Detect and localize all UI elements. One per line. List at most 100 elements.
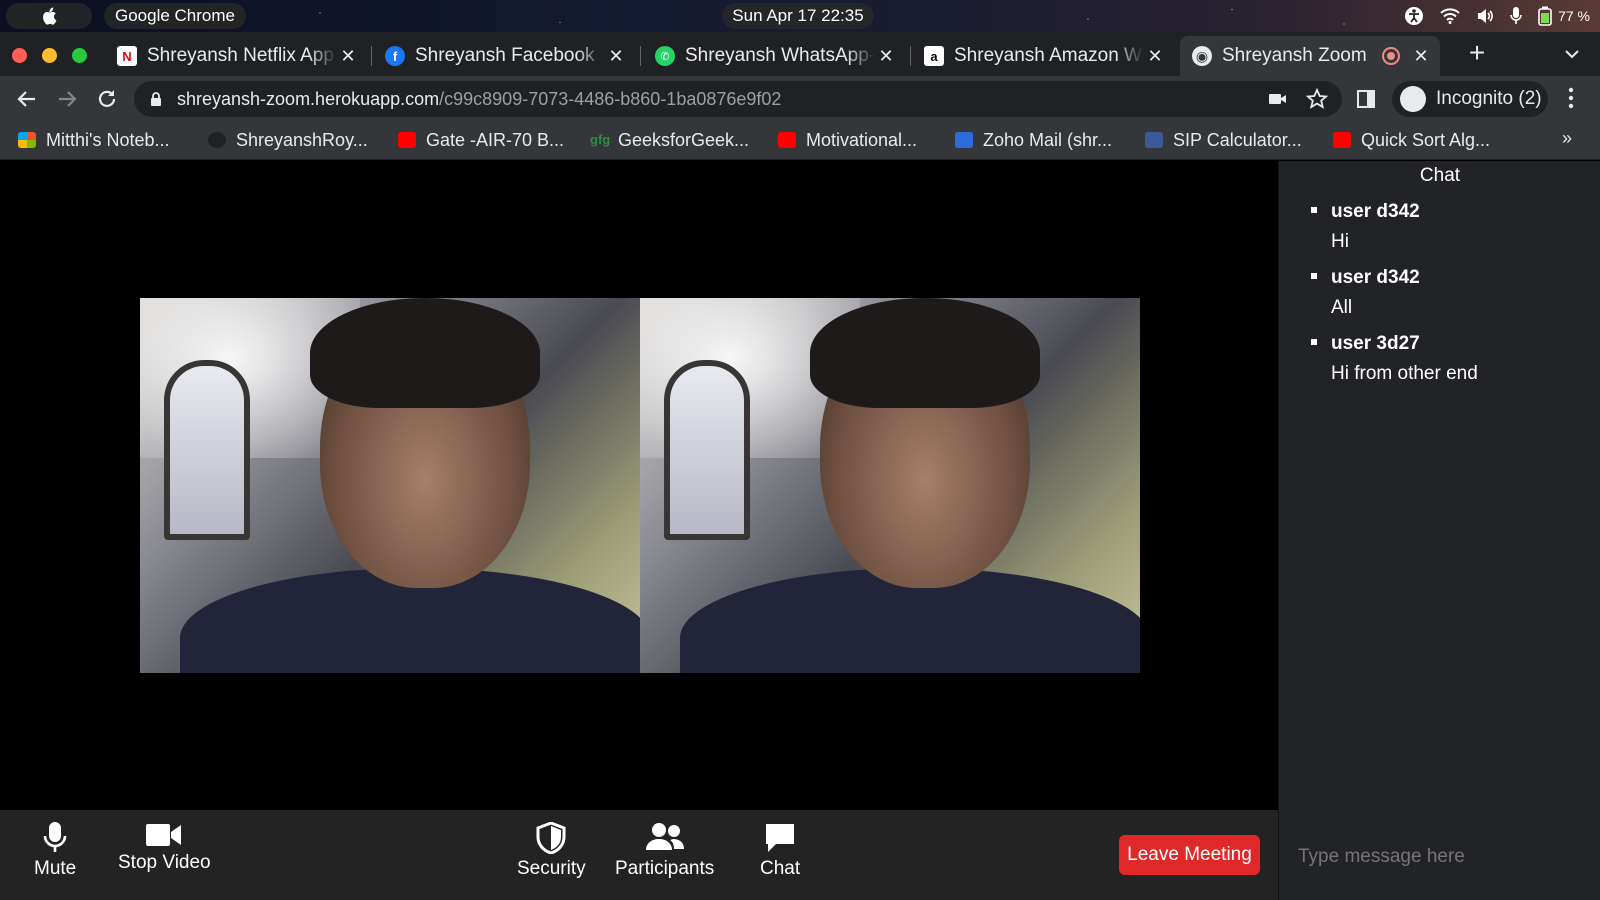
wifi-icon[interactable] [1440,8,1460,24]
recording-icon [1384,49,1398,63]
chat-message-input[interactable] [1298,846,1588,868]
clock-label: Sun Apr 17 22:35 [732,6,864,25]
gfg-icon: gfg [590,132,611,147]
bookmark-star-icon[interactable] [1306,88,1328,110]
url-text[interactable]: shreyansh-zoom.herokuapp.com/c99c8909-70… [177,89,781,110]
reload-button[interactable] [96,88,118,116]
youtube-icon [398,132,416,148]
close-window-button[interactable] [12,48,27,63]
tab-netflix[interactable]: N Shreyansh Netflix App ✕ [105,36,367,76]
tab-search-button[interactable] [1560,42,1584,66]
chat-message-text: Hi [1331,231,1349,252]
close-tab-icon[interactable]: ✕ [1410,46,1432,67]
tab-whatsapp[interactable]: ✆ Shreyansh WhatsApp- ✕ [643,36,905,76]
maximize-window-button[interactable] [72,48,87,63]
bookmark-item[interactable]: Gate -AIR-70 B... [398,128,564,152]
side-panel-icon[interactable] [1356,89,1376,109]
participant-hair [810,298,1040,408]
tab-facebook[interactable]: f Shreyansh Facebook ✕ [373,36,635,76]
accessibility-icon[interactable] [1404,6,1424,26]
close-tab-icon[interactable]: ✕ [605,46,627,67]
participant-hair [310,298,540,408]
minimize-window-button[interactable] [42,48,57,63]
lock-icon[interactable] [150,91,162,107]
security-label: Security [517,858,586,879]
chat-message-user: user d342 [1331,201,1420,222]
tab-zoom[interactable]: ◉ Shreyansh Zoom ✕ [1180,36,1440,76]
forward-button[interactable] [56,88,78,116]
bookmark-item[interactable]: ShreyanshRoy... [208,128,368,152]
chat-message-user: user 3d27 [1331,333,1420,354]
bookmark-label: Gate -AIR-70 B... [426,129,565,150]
netflix-icon: N [117,46,137,66]
chat-panel: Chat user d342 Hi user d342 All user 3d2… [1278,161,1600,900]
apple-icon [43,7,57,25]
chat-button[interactable]: Chat [760,822,800,880]
incognito-icon [1400,86,1426,112]
participants-button[interactable]: Participants [615,822,714,880]
mirror-background [164,360,250,540]
microsoft-icon [18,132,36,148]
camera-in-use-icon[interactable] [1268,91,1288,107]
mute-button[interactable]: Mute [34,822,76,880]
incognito-label: Incognito (2) [1436,88,1542,109]
app-name-label: Google Chrome [114,6,235,25]
close-tab-icon[interactable]: ✕ [337,46,359,67]
bookmark-item[interactable]: Mitthi's Noteb... [18,128,169,152]
incognito-profile-button[interactable]: Incognito (2) [1392,81,1548,117]
video-tile-local[interactable] [140,298,640,673]
close-tab-icon[interactable]: ✕ [1144,46,1166,67]
close-tab-icon[interactable]: ✕ [875,46,897,67]
bookmark-item[interactable]: Zoho Mail (shr... [955,128,1112,152]
volume-icon[interactable] [1476,8,1494,24]
battery-indicator[interactable]: 77 % [1538,6,1590,26]
chrome-menu-button[interactable] [1568,86,1576,112]
stop-video-button[interactable]: Stop Video [118,822,211,874]
bookmark-label: Mitthi's Noteb... [46,129,170,150]
stop-video-label: Stop Video [118,852,211,873]
chat-label: Chat [760,858,801,879]
more-bookmarks-button[interactable]: » [1562,128,1572,149]
security-button[interactable]: Security [517,822,586,880]
microphone-icon [43,822,67,852]
bookmark-label: Zoho Mail (shr... [983,129,1113,150]
video-camera-icon [146,824,182,846]
bookmark-label: Quick Sort Alg... [1361,129,1491,150]
new-tab-button[interactable]: + [1462,38,1492,68]
leave-meeting-button[interactable]: Leave Meeting [1119,835,1260,875]
chat-title: Chat [1419,165,1461,186]
reload-icon [98,90,116,107]
clock[interactable]: Sun Apr 17 22:35 [722,3,874,29]
bookmark-label: GeeksforGeek... [618,129,750,150]
apple-menu[interactable] [6,3,92,29]
github-icon [208,132,226,148]
status-icons: 77 % [1404,0,1590,32]
tab-title: Shreyansh Amazon We [954,45,1144,66]
bookmark-label: ShreyanshRoy... [236,129,368,150]
amazon-icon: a [924,46,944,66]
bookmark-item[interactable]: gfg GeeksforGeek... [590,128,749,152]
bookmark-item[interactable]: Motivational... [778,128,917,152]
bookmark-item[interactable]: Quick Sort Alg... [1333,128,1490,152]
shield-icon [536,822,566,854]
bookmark-label: Motivational... [806,129,918,150]
bullet-icon [1311,207,1317,213]
url-host: shreyansh-zoom.herokuapp.com [177,89,440,109]
tab-title: Shreyansh WhatsApp- [685,45,875,66]
tab-separator [371,46,372,66]
video-tile-remote[interactable] [640,298,1140,673]
bullet-icon [1311,273,1317,279]
battery-percent: 77 % [1558,8,1590,24]
tab-separator [910,46,911,66]
battery-icon [1538,6,1552,26]
chat-message: user 3d27 Hi from other end [1309,329,1589,389]
microphone-icon[interactable] [1510,7,1522,25]
bookmark-label: SIP Calculator... [1173,129,1302,150]
back-button[interactable] [16,88,38,116]
bookmark-item[interactable]: SIP Calculator... [1145,128,1302,152]
tab-title: Shreyansh Zoom [1222,45,1367,66]
whatsapp-icon: ✆ [655,46,675,66]
mirror-background [664,360,750,540]
active-app-name[interactable]: Google Chrome [104,3,246,29]
tab-amazon[interactable]: a Shreyansh Amazon We ✕ [912,36,1174,76]
